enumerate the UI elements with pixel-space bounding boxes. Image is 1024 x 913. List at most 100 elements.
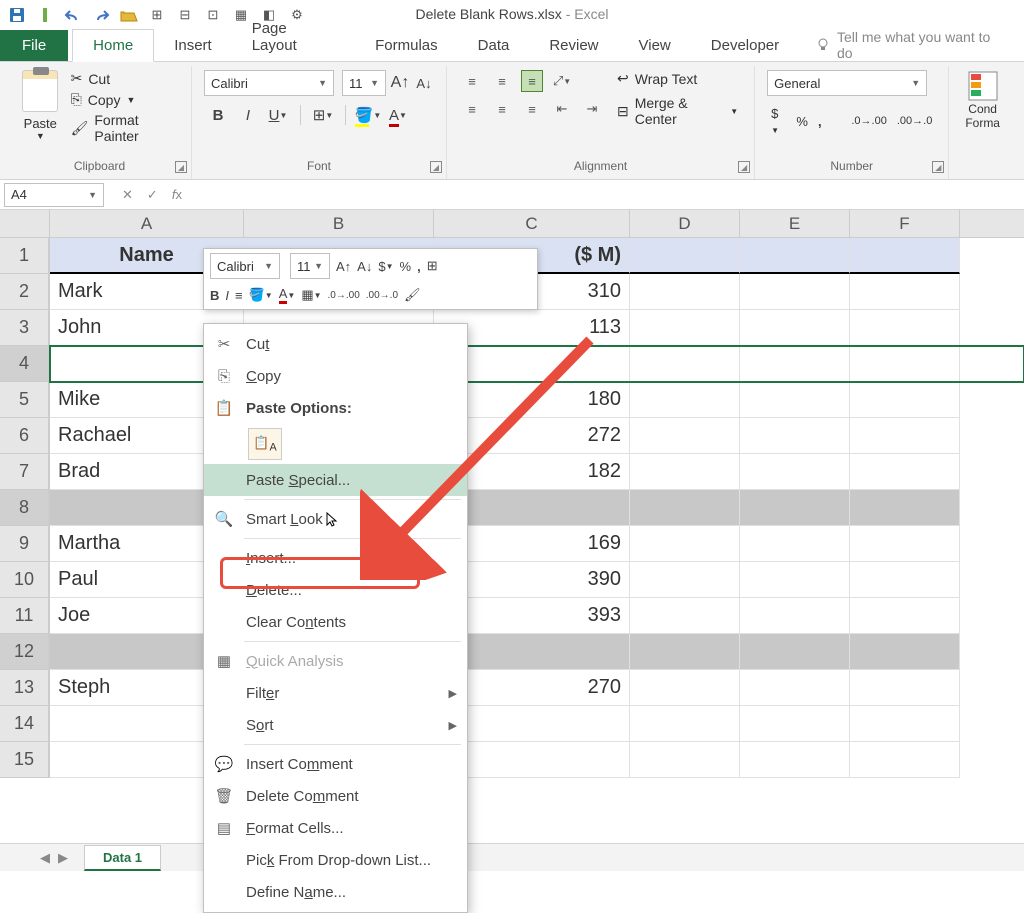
row-11[interactable]: Joe393	[50, 598, 1024, 634]
cell-D7[interactable]	[630, 454, 740, 490]
cell-F6[interactable]	[850, 418, 960, 454]
cell-E1[interactable]	[740, 238, 850, 274]
undo-icon[interactable]	[64, 6, 82, 24]
row-10[interactable]: Paul390	[50, 562, 1024, 598]
bold-button[interactable]: B	[208, 104, 228, 126]
mini-percent-icon[interactable]: %	[400, 254, 412, 278]
row-header-8[interactable]: 8	[0, 490, 50, 526]
row-7[interactable]: Brad182	[50, 454, 1024, 490]
row-header-2[interactable]: 2	[0, 274, 50, 310]
tab-data[interactable]: Data	[458, 30, 530, 61]
cell-D6[interactable]	[630, 418, 740, 454]
format-painter-button[interactable]: 🖌Format Painter	[71, 112, 183, 144]
cell-D3[interactable]	[630, 310, 740, 346]
select-all-corner[interactable]	[0, 210, 50, 238]
clipboard-launcher[interactable]: ◢	[175, 161, 187, 173]
cell-D13[interactable]	[630, 670, 740, 706]
row-header-15[interactable]: 15	[0, 742, 50, 778]
tab-developer[interactable]: Developer	[691, 30, 799, 61]
open-icon[interactable]	[120, 6, 138, 24]
column-headers[interactable]: ABCDEF	[50, 210, 1024, 238]
cm-paste-keep-source[interactable]: 📋A	[248, 428, 282, 460]
cell-D4[interactable]	[630, 346, 740, 382]
cell-F9[interactable]	[850, 526, 960, 562]
cell-F3[interactable]	[850, 310, 960, 346]
cm-cut[interactable]: ✂Cut	[204, 328, 467, 360]
cm-smart-lookup[interactable]: 🔍Smart Look	[204, 503, 467, 535]
mini-border-icon[interactable]: ⊞	[427, 254, 438, 278]
cell-F7[interactable]	[850, 454, 960, 490]
cm-filter[interactable]: Filter▶	[204, 677, 467, 709]
align-center-icon[interactable]: ≡	[491, 98, 513, 120]
formula-enter-icon[interactable]: ✓	[147, 187, 158, 203]
orientation-icon[interactable]: ⤢▼	[551, 70, 573, 92]
mini-format-painter-icon[interactable]: 🖌	[404, 283, 421, 307]
cell-F14[interactable]	[850, 706, 960, 742]
fill-color-button[interactable]: 🪣 ▼	[358, 104, 378, 126]
mini-accounting-icon[interactable]: $▼	[378, 254, 393, 278]
merge-center-button[interactable]: ⊟Merge & Center ▼	[617, 95, 738, 127]
row-header-1[interactable]: 1	[0, 238, 50, 274]
cell-E8[interactable]	[740, 490, 850, 526]
save-icon[interactable]	[8, 6, 26, 24]
cell-F5[interactable]	[850, 382, 960, 418]
col-header-E[interactable]: E	[740, 210, 850, 237]
cell-F10[interactable]	[850, 562, 960, 598]
font-size-select[interactable]: 11▼	[342, 70, 386, 96]
cell-D2[interactable]	[630, 274, 740, 310]
ungroup-icon[interactable]: ⊡	[204, 6, 222, 24]
row-13[interactable]: Steph270	[50, 670, 1024, 706]
row-8[interactable]	[50, 490, 1024, 526]
mini-font-select[interactable]: Calibri▼	[210, 253, 280, 279]
row-3[interactable]: John113	[50, 310, 1024, 346]
group-icon[interactable]: ⊟	[176, 6, 194, 24]
tab-home[interactable]: Home	[72, 29, 154, 62]
cm-clear-contents[interactable]: Clear Contents	[204, 606, 467, 638]
cell-D10[interactable]	[630, 562, 740, 598]
paste-button[interactable]: Paste ▼	[16, 66, 65, 145]
redo-icon[interactable]	[92, 6, 110, 24]
cm-delete[interactable]: Delete...	[204, 574, 467, 606]
cell-E9[interactable]	[740, 526, 850, 562]
mini-font-color-icon[interactable]: A▼	[279, 283, 296, 307]
mini-fill-icon[interactable]: 🪣▼	[249, 283, 273, 307]
cut-button[interactable]: ✂Cut	[71, 70, 183, 87]
cell-F12[interactable]	[850, 634, 960, 670]
row-header-9[interactable]: 9	[0, 526, 50, 562]
tab-file[interactable]: File	[0, 30, 68, 61]
col-header-C[interactable]: C	[434, 210, 630, 237]
cell-D9[interactable]	[630, 526, 740, 562]
align-left-icon[interactable]: ≡	[461, 98, 483, 120]
accounting-icon[interactable]: $ ▼	[771, 106, 786, 136]
row-header-4[interactable]: 4	[0, 346, 50, 382]
mini-comma-icon[interactable]: ,	[417, 254, 421, 278]
cell-E2[interactable]	[740, 274, 850, 310]
decrease-font-icon[interactable]: A↓	[414, 72, 434, 94]
cell-F2[interactable]	[850, 274, 960, 310]
cm-sort[interactable]: Sort▶	[204, 709, 467, 741]
cell-F11[interactable]	[850, 598, 960, 634]
increase-font-icon[interactable]: A↑	[390, 72, 410, 94]
col-header-A[interactable]: A	[50, 210, 244, 237]
align-bottom-icon[interactable]: ≡	[521, 70, 543, 92]
cm-delete-comment[interactable]: 🗑Delete Comment	[204, 780, 467, 812]
cell-E14[interactable]	[740, 706, 850, 742]
number-launcher[interactable]: ◢	[932, 161, 944, 173]
cell-E15[interactable]	[740, 742, 850, 778]
cell-E7[interactable]	[740, 454, 850, 490]
cell-F13[interactable]	[850, 670, 960, 706]
mini-bold-icon[interactable]: B	[210, 283, 219, 307]
percent-icon[interactable]: %	[796, 114, 808, 129]
font-color-button[interactable]: A ▼	[388, 104, 408, 126]
border-button[interactable]: ⊞ ▼	[313, 104, 333, 126]
cell-F1[interactable]	[850, 238, 960, 274]
cm-paste-special[interactable]: Paste Special...	[204, 464, 467, 496]
tab-formulas[interactable]: Formulas	[355, 30, 458, 61]
mini-align-icon[interactable]: ≡	[235, 283, 243, 307]
cell-D11[interactable]	[630, 598, 740, 634]
cell-E4[interactable]	[740, 346, 850, 382]
cell-F8[interactable]	[850, 490, 960, 526]
cm-insert[interactable]: Insert...	[204, 542, 467, 574]
cell-E6[interactable]	[740, 418, 850, 454]
align-middle-icon[interactable]: ≡	[491, 70, 513, 92]
